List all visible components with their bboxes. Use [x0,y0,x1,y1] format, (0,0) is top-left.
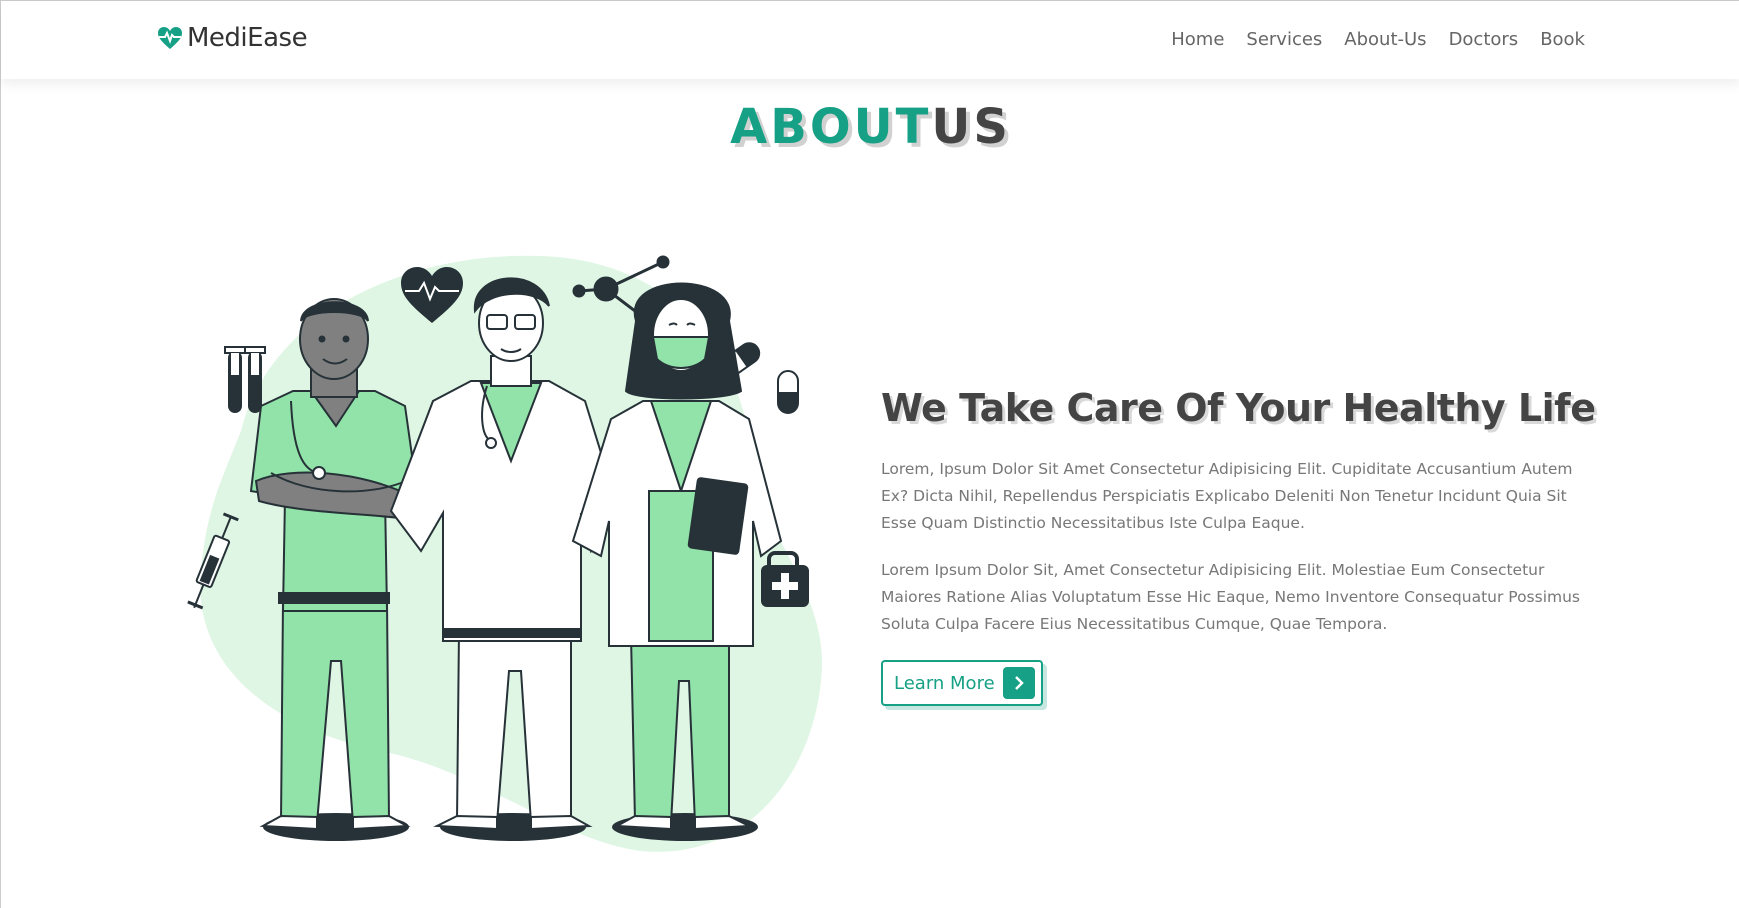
nav-book[interactable]: Book [1540,29,1585,50]
test-tubes-icon [224,346,266,413]
learn-more-button[interactable]: Learn More [881,660,1043,706]
chevron-right-icon [1002,667,1035,699]
nav-about-us[interactable]: About-Us [1344,29,1426,50]
section-title: ABOUTUS [1,99,1739,155]
logo-text: MediEase [187,23,308,53]
logo[interactable]: MediEase [156,23,308,53]
section-title-accent: ABOUT [730,99,932,155]
section-title-rest: US [931,99,1011,155]
doctors-illustration [187,255,822,852]
about-heading: We Take Care Of Your Healthy Life [881,386,1596,430]
main-nav: Home Services About-Us Doctors Book [1171,29,1585,50]
learn-more-label: Learn More [894,672,995,694]
site-header: MediEase Home Services About-Us Doctors … [1,1,1739,79]
about-paragraph-2: Lorem Ipsum Dolor Sit, Amet Consectetur … [881,561,1581,633]
heartbeat-icon [158,27,182,49]
about-content: We Take Care Of Your Healthy Life Lorem,… [881,386,1596,706]
nav-services[interactable]: Services [1246,29,1322,50]
nav-home[interactable]: Home [1171,29,1224,50]
nav-doctors[interactable]: Doctors [1449,29,1519,50]
about-paragraph-1: Lorem, Ipsum Dolor Sit Amet Consectetur … [881,460,1573,532]
